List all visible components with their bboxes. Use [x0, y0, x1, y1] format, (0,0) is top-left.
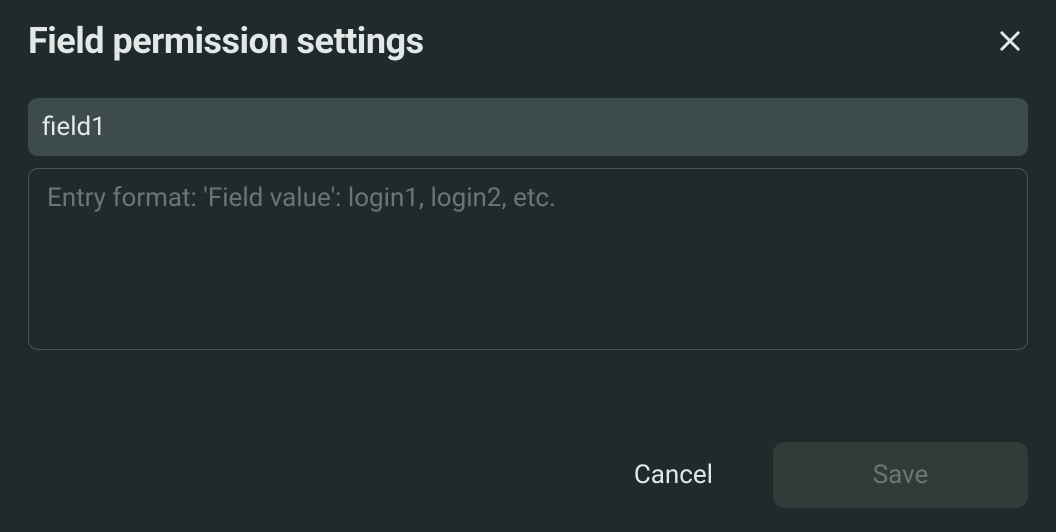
dialog-title: Field permission settings: [28, 20, 424, 62]
save-button[interactable]: Save: [773, 442, 1028, 508]
permissions-textarea[interactable]: [28, 168, 1028, 350]
close-icon: [996, 27, 1024, 55]
dialog-header: Field permission settings: [28, 20, 1028, 62]
field-name-input[interactable]: [28, 98, 1028, 156]
dialog-footer: Cancel Save: [28, 442, 1028, 512]
cancel-button[interactable]: Cancel: [610, 442, 737, 508]
close-button[interactable]: [992, 23, 1028, 59]
